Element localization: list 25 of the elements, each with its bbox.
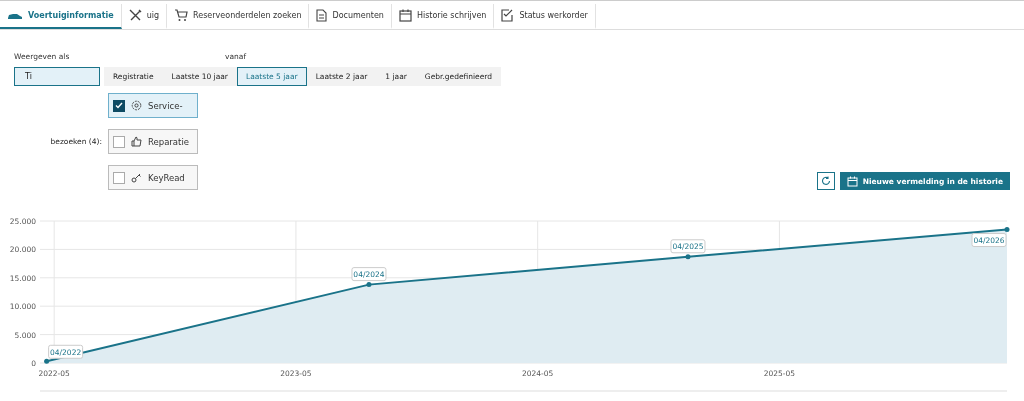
- calendar-icon: [398, 9, 412, 22]
- calendar-icon: [846, 175, 858, 187]
- checkbox[interactable]: [113, 135, 125, 148]
- thumbs-up-icon: [131, 136, 142, 147]
- tab[interactable]: uig: [121, 4, 168, 29]
- gear-icon: [131, 100, 142, 111]
- view-toggle[interactable]: Ti: [14, 67, 100, 86]
- key-icon: [131, 172, 142, 183]
- filter-toggle[interactable]: KeyRead: [108, 165, 198, 190]
- filter-toggle[interactable]: Service-: [108, 93, 198, 118]
- checkbox[interactable]: [113, 99, 125, 112]
- car-icon: [7, 11, 23, 20]
- cart-icon: [174, 9, 189, 22]
- document-icon: [316, 9, 328, 22]
- tab[interactable]: Status werkorder: [494, 4, 596, 29]
- filter-toggle[interactable]: Reparatie: [108, 129, 198, 154]
- tools-icon: [128, 9, 142, 22]
- tab[interactable]: Voertuiginformatie: [0, 4, 122, 29]
- checkbox[interactable]: [113, 171, 125, 184]
- tab[interactable]: Historie schrijven: [391, 4, 495, 29]
- tab[interactable]: Reserveonderdelen zoeken: [167, 4, 310, 29]
- refresh-button[interactable]: [816, 172, 835, 190]
- checklist-icon: [501, 9, 515, 22]
- tab[interactable]: Documenten: [309, 4, 392, 29]
- refresh-icon: [820, 176, 831, 186]
